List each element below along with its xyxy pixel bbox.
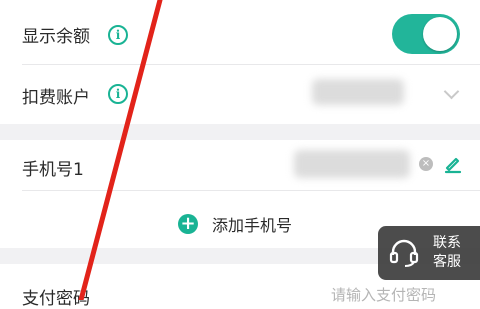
show-balance-toggle[interactable]: [392, 14, 460, 54]
headset-icon: [389, 239, 419, 267]
phone-value-blurred: [294, 150, 410, 178]
deduct-account-label: 扣费账户: [22, 88, 90, 108]
customer-service-line2: 客服: [433, 254, 461, 270]
customer-service-label: 联系 客服: [427, 234, 467, 272]
add-phone-button[interactable]: + 添加手机号: [178, 212, 292, 236]
toggle-knob: [423, 17, 457, 51]
chevron-down-icon[interactable]: [443, 83, 460, 100]
account-value-blurred: [312, 79, 404, 105]
pay-password-label: 支付密码: [22, 289, 90, 309]
row-show-balance: 显示余额 i: [0, 0, 480, 64]
pay-password-input[interactable]: 请输入支付密码: [331, 284, 436, 305]
edit-pencil-icon[interactable]: [443, 154, 463, 174]
section-gap: [0, 124, 480, 140]
customer-service-button[interactable]: 联系 客服: [378, 226, 480, 280]
row-deduct-account[interactable]: 扣费账户 i: [0, 65, 480, 124]
add-phone-label: 添加手机号: [212, 216, 293, 235]
show-balance-label: 显示余额: [22, 27, 90, 47]
info-icon[interactable]: i: [108, 25, 128, 45]
row-phone: 手机号1 ×: [0, 140, 480, 190]
customer-service-line1: 联系: [433, 235, 461, 251]
clear-icon[interactable]: ×: [419, 157, 433, 171]
phone-label: 手机号1: [22, 160, 84, 180]
info-icon[interactable]: i: [108, 84, 128, 104]
plus-circle-icon: +: [178, 214, 198, 234]
